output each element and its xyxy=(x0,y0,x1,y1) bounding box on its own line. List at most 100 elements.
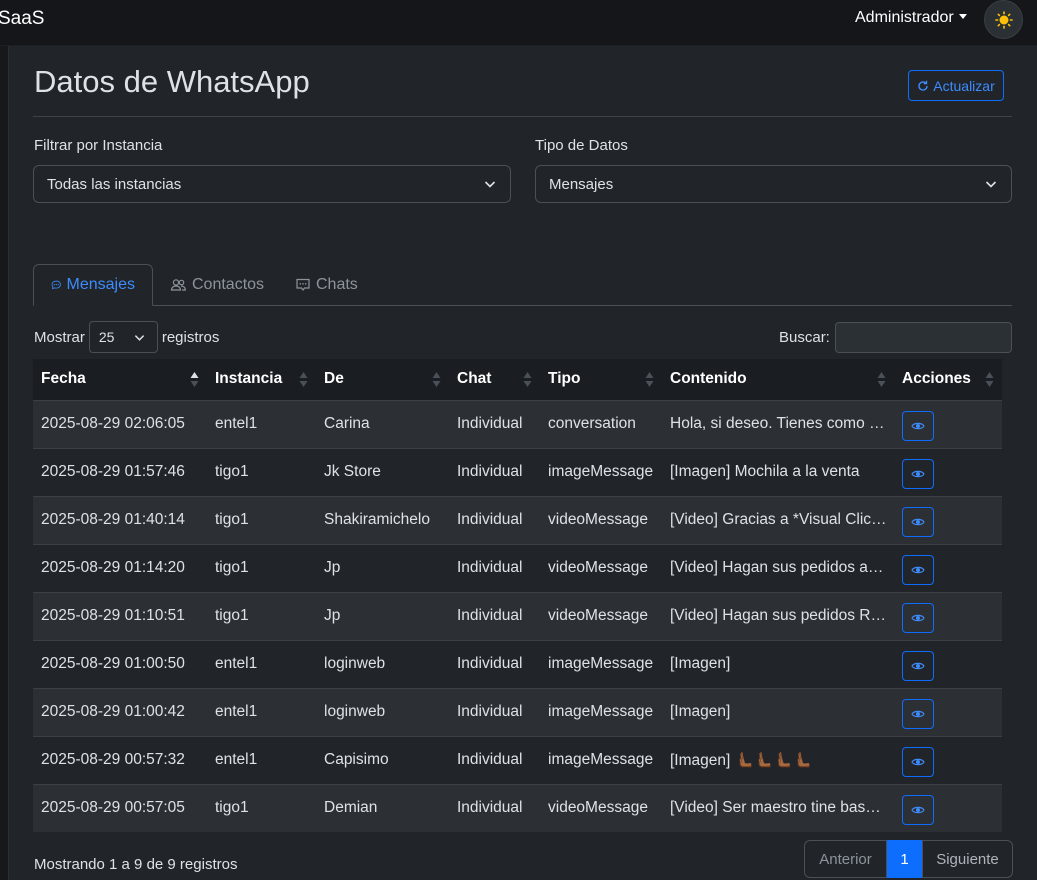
brand-logo-text[interactable]: SaaS xyxy=(0,8,44,30)
sort-icon xyxy=(985,372,994,387)
page-length-value: 25 xyxy=(98,329,115,345)
table-row: 2025-08-29 01:40:14 tigo1 Shakiramichelo In… xyxy=(33,495,1002,544)
cell-tipo: videoMessage xyxy=(540,591,662,640)
cell-fecha: 2025-08-29 01:00:42 xyxy=(33,687,207,736)
tab-mensajes[interactable]: Mensajes xyxy=(33,264,153,306)
cell-chat: Individual xyxy=(449,543,540,592)
cell-de: Shakiramichelo xyxy=(316,495,449,544)
column-header-instancia[interactable]: Instancia xyxy=(207,359,316,401)
tab-mensajes-label: Mensajes xyxy=(66,276,135,293)
cell-tipo: imageMessage xyxy=(540,687,662,736)
cell-acciones xyxy=(894,495,1002,544)
cell-acciones xyxy=(894,783,1002,832)
refresh-button[interactable]: Actualizar xyxy=(908,70,1004,101)
cell-instancia: entel1 xyxy=(207,399,316,448)
pagination-next[interactable]: Siguiente xyxy=(922,840,1013,878)
pagination-page-1[interactable]: 1 xyxy=(887,840,922,878)
cell-chat: Individual xyxy=(449,495,540,544)
chevron-down-icon xyxy=(484,181,496,188)
pagination: Anterior 1 Siguiente xyxy=(804,840,1013,878)
sort-icon xyxy=(877,372,886,387)
cell-instancia: tigo1 xyxy=(207,591,316,640)
cell-acciones xyxy=(894,591,1002,640)
eye-icon xyxy=(911,807,925,814)
cell-chat: Individual xyxy=(449,639,540,688)
cell-contenido: [Imagen] xyxy=(662,639,894,688)
sidebar xyxy=(0,46,9,880)
cell-tipo: imageMessage xyxy=(540,639,662,688)
cell-fecha: 2025-08-29 01:10:51 xyxy=(33,591,207,640)
view-button[interactable] xyxy=(902,507,934,537)
cell-acciones xyxy=(894,735,1002,784)
cell-de: loginweb xyxy=(316,687,449,736)
cell-acciones xyxy=(894,543,1002,592)
cell-chat: Individual xyxy=(449,783,540,832)
user-menu-dropdown[interactable]: Administrador xyxy=(855,9,967,27)
tab-chats[interactable]: Chats xyxy=(278,264,375,306)
eye-icon xyxy=(911,614,925,622)
cell-tipo: imageMessage xyxy=(540,735,662,784)
search-input[interactable] xyxy=(835,322,1012,353)
chat-dots-icon xyxy=(51,280,61,290)
view-button[interactable] xyxy=(902,747,934,777)
refresh-label: Actualizar xyxy=(933,77,995,94)
column-header-acciones[interactable]: Acciones xyxy=(894,359,1002,401)
column-header-chat[interactable]: Chat xyxy=(449,359,540,401)
column-header-contenido[interactable]: Contenido xyxy=(662,359,894,401)
cell-de: Capisimo xyxy=(316,735,449,784)
cell-acciones xyxy=(894,687,1002,736)
column-header-tipo[interactable]: Tipo xyxy=(540,359,662,401)
cell-contenido: [Video] Hagan sus pedidos R… xyxy=(662,591,894,640)
eye-icon xyxy=(911,758,925,766)
table-row: 2025-08-29 01:57:46 tigo1 Jk Store Individu… xyxy=(33,447,1002,496)
messages-table: Fecha Instancia De Chat Tipo Contenido A… xyxy=(33,359,1002,832)
data-type-label: Tipo de Datos xyxy=(535,137,628,154)
cell-chat: Individual xyxy=(449,399,540,448)
view-button[interactable] xyxy=(902,555,934,585)
cell-chat: Individual xyxy=(449,735,540,784)
chevron-down-icon xyxy=(134,335,144,341)
cell-tipo: videoMessage xyxy=(540,495,662,544)
instance-filter-select[interactable]: Todas las instancias xyxy=(33,165,511,203)
sort-icon xyxy=(299,372,308,387)
top-navbar: SaaS Administrador xyxy=(0,0,1037,46)
table-info: Mostrando 1 a 9 de 9 registros xyxy=(34,856,238,873)
table-row: 2025-08-29 00:57:05 tigo1 Demian Individual… xyxy=(33,783,1002,832)
cell-acciones xyxy=(894,639,1002,688)
search-label: Buscar: xyxy=(779,329,830,346)
view-button[interactable] xyxy=(902,459,934,489)
view-button[interactable] xyxy=(902,411,934,441)
cell-contenido: [Video] Ser maestro tine bas… xyxy=(662,783,894,832)
eye-icon xyxy=(911,662,925,670)
cell-fecha: 2025-08-29 01:57:46 xyxy=(33,447,207,496)
page-length-select[interactable]: 25 xyxy=(88,321,158,353)
view-button[interactable] xyxy=(902,603,934,633)
caret-down-icon xyxy=(958,14,967,19)
cell-chat: Individual xyxy=(449,687,540,736)
page-length-control: Mostrar 25 registros xyxy=(34,321,219,353)
cell-tipo: videoMessage xyxy=(540,543,662,592)
view-button[interactable] xyxy=(902,699,934,729)
user-menu-label: Administrador xyxy=(855,9,954,26)
cell-contenido: Hola, si deseo. Tienes como … xyxy=(662,399,894,448)
cell-instancia: tigo1 xyxy=(207,447,316,496)
instance-filter-label: Filtrar por Instancia xyxy=(34,137,163,154)
cell-fecha: 2025-08-29 00:57:32 xyxy=(33,735,207,784)
eye-icon xyxy=(911,518,925,526)
eye-icon xyxy=(911,470,925,478)
tab-contactos[interactable]: Contactos xyxy=(153,264,281,306)
cell-chat: Individual xyxy=(449,447,540,496)
column-header-de[interactable]: De xyxy=(316,359,449,401)
cell-contenido: [Imagen] xyxy=(662,687,894,736)
pagination-previous[interactable]: Anterior xyxy=(804,840,887,878)
column-header-fecha[interactable]: Fecha xyxy=(33,359,207,401)
cell-contenido: [Video] Gracias a *Visual Clic… xyxy=(662,495,894,544)
theme-toggle-button[interactable] xyxy=(984,0,1023,39)
cell-tipo: videoMessage xyxy=(540,783,662,832)
view-button[interactable] xyxy=(902,795,934,826)
cell-tipo: imageMessage xyxy=(540,447,662,496)
cell-de: Jp xyxy=(316,543,449,592)
data-type-select[interactable]: Mensajes xyxy=(535,165,1012,203)
view-button[interactable] xyxy=(902,651,934,681)
sort-asc-icon xyxy=(190,372,199,387)
